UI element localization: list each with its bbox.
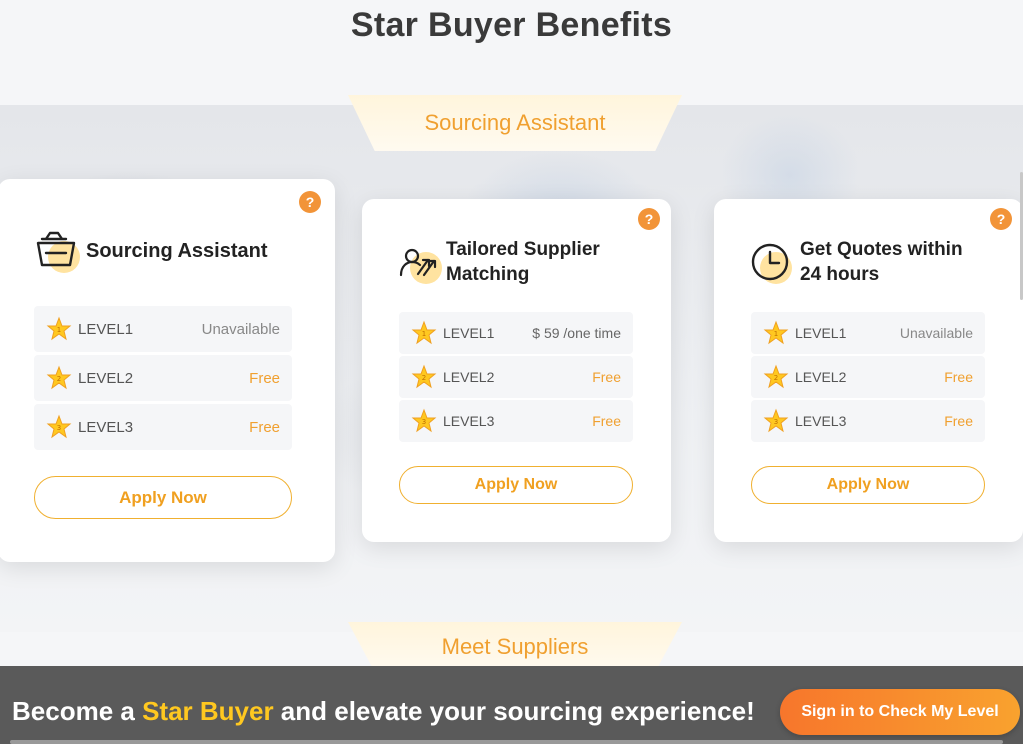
level-row: 3 LEVEL3 Free (751, 400, 985, 442)
level-row: 2 LEVEL2 Free (751, 356, 985, 398)
apply-now-button[interactable]: Apply Now (751, 466, 985, 504)
apply-now-button[interactable]: Apply Now (34, 476, 292, 519)
level-name: LEVEL1 (78, 320, 134, 338)
svg-text:3: 3 (422, 418, 426, 426)
star-level-icon: 1 (411, 320, 437, 345)
star-level-icon: 3 (411, 408, 437, 433)
section-tab-meet-suppliers[interactable]: Meet Suppliers (348, 622, 682, 672)
card-header: Sourcing Assistant (32, 227, 268, 275)
svg-text:3: 3 (57, 424, 61, 432)
level-value: $ 59 /one time (532, 325, 621, 341)
level-value: Unavailable (899, 325, 973, 341)
svg-text:1: 1 (422, 330, 426, 338)
section-tab-sourcing-assistant[interactable]: Sourcing Assistant (348, 95, 682, 151)
star-level-icon: 3 (46, 414, 72, 439)
level-value: Free (249, 369, 280, 387)
promo-prefix: Become a (12, 696, 143, 726)
supplier-matching-icon (396, 238, 444, 286)
level-name: LEVEL1 (795, 325, 847, 341)
help-icon[interactable]: ? (638, 208, 660, 230)
level-name: LEVEL3 (443, 413, 495, 429)
basket-icon (32, 227, 80, 275)
star-level-icon: 2 (411, 364, 437, 389)
apply-now-button[interactable]: Apply Now (399, 466, 633, 504)
level-value: Free (249, 418, 280, 436)
level-name: LEVEL2 (795, 369, 847, 385)
clock-icon (748, 238, 796, 286)
card-title-line2: 24 hours (800, 264, 880, 285)
page-title: Star Buyer Benefits (350, 6, 673, 44)
banner-divider (10, 740, 1003, 744)
star-level-icon: 2 (763, 364, 789, 389)
level-name: LEVEL3 (795, 413, 847, 429)
card-title: Get Quotes within (800, 239, 963, 260)
star-level-icon: 3 (763, 408, 789, 433)
level-row: 3 LEVEL3 Free (399, 400, 633, 442)
star-level-icon: 2 (46, 365, 72, 390)
card-title: Tailored Supplier (446, 239, 600, 260)
svg-text:2: 2 (57, 375, 61, 383)
card-get-quotes: ? Get Quotes within 24 hours 1 LEVEL1 Un… (714, 199, 1023, 542)
svg-text:1: 1 (774, 330, 778, 338)
card-sourcing-assistant: ? Sourcing Assistant 1 LEVEL1 Unavailabl… (0, 179, 335, 562)
level-name: LEVEL2 (78, 369, 134, 387)
level-name: LEVEL1 (443, 325, 495, 341)
svg-text:2: 2 (422, 374, 426, 382)
card-header: Tailored Supplier Matching (396, 237, 600, 287)
star-level-icon: 1 (763, 320, 789, 345)
level-name: LEVEL3 (78, 418, 134, 436)
promo-highlight: Star Buyer (142, 696, 274, 726)
level-row: 2 LEVEL2 Free (399, 356, 633, 398)
level-row: 1 LEVEL1 Unavailable (34, 306, 292, 352)
promo-suffix: and elevate your sourcing experience! (273, 696, 755, 726)
level-value: Free (944, 413, 973, 429)
level-row: 3 LEVEL3 Free (34, 404, 292, 450)
promo-text: Become a Star Buyer and elevate your sou… (12, 696, 755, 727)
level-name: LEVEL2 (443, 369, 495, 385)
help-icon[interactable]: ? (299, 191, 321, 213)
level-row: 2 LEVEL2 Free (34, 355, 292, 401)
level-value: Free (944, 369, 973, 385)
level-value: Free (592, 369, 621, 385)
help-icon[interactable]: ? (990, 208, 1012, 230)
star-level-icon: 1 (46, 316, 72, 341)
card-title: Sourcing Assistant (86, 239, 268, 262)
sign-in-check-level-button[interactable]: Sign in to Check My Level (780, 689, 1020, 735)
svg-text:2: 2 (774, 374, 778, 382)
level-row: 1 LEVEL1 Unavailable (751, 312, 985, 354)
level-row: 1 LEVEL1 $ 59 /one time (399, 312, 633, 354)
level-value: Unavailable (201, 320, 280, 338)
svg-text:3: 3 (774, 418, 778, 426)
level-value: Free (592, 413, 621, 429)
svg-text:1: 1 (57, 326, 61, 334)
card-title-line2: Matching (446, 264, 530, 285)
card-header: Get Quotes within 24 hours (748, 237, 963, 287)
card-tailored-supplier-matching: ? Tailored Supplier Matching 1 LEVEL1 $ … (362, 199, 671, 542)
